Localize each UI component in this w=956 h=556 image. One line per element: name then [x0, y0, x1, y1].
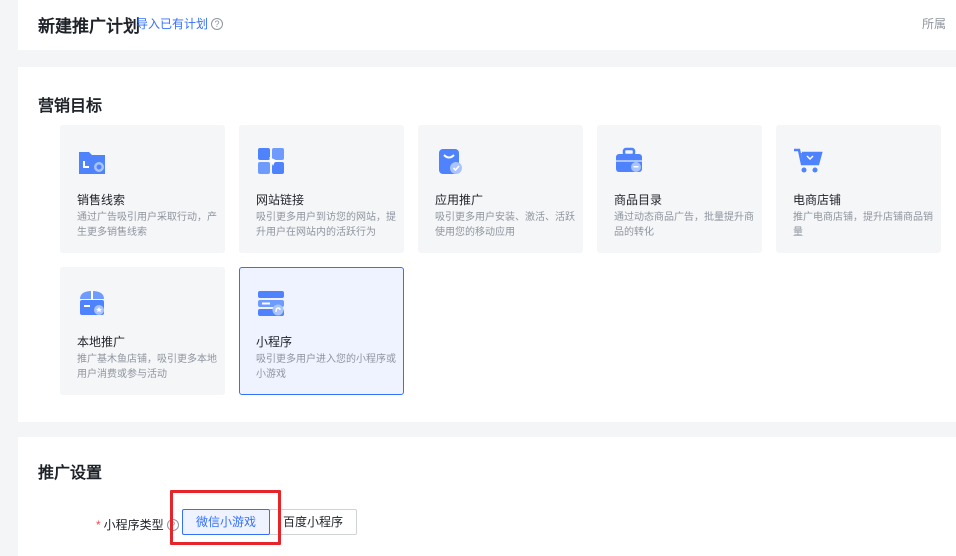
card-name: 商品目录 [614, 193, 663, 207]
sales-lead-icon [79, 152, 105, 174]
help-icon[interactable]: ? [211, 18, 224, 30]
goal-card-website-link[interactable]: 网站链接 吸引更多用户到访您的网站，提升用户在网站内的活跃行为 [239, 125, 404, 253]
card-desc: 推广基木鱼店铺，吸引更多本地用户消费或参与活动 [77, 354, 217, 380]
mini-program-icon [258, 291, 284, 316]
app-promotion-icon [439, 149, 462, 174]
marketing-goal-title: 营销目标 [38, 98, 103, 115]
card-desc: 吸引更多用户安装、激活、活跃使用您的移动应用 [435, 212, 575, 238]
card-desc: 吸引更多用户到访您的网站，提升用户在网站内的活跃行为 [256, 212, 396, 238]
import-plan-label: 导入已有计划 [136, 17, 209, 31]
card-name: 销售线索 [77, 193, 126, 207]
product-catalog-icon [616, 147, 642, 172]
card-desc: 通过动态商品广告，批量提升商品的转化 [614, 212, 754, 238]
goal-card-sales-lead[interactable]: 销售线索 通过广告吸引用户采取行动，产生更多销售线索 [60, 125, 225, 253]
account-selector-label[interactable]: 所属 [922, 15, 946, 32]
page-header: 新建推广计划 导入已有计划? 所属 [18, 0, 956, 50]
option-baidu-miniprogram[interactable]: 百度小程序 [269, 509, 357, 535]
required-mark: * [96, 518, 101, 532]
promo-settings-panel: 推广设置 * 小程序类型? 微信小游戏 百度小程序 [18, 437, 956, 556]
marketing-goal-panel: 营销目标 销售线索 通过广告吸引用户采取行动，产生更多销售线索 网站链接 吸引更… [18, 67, 956, 422]
card-name: 电商店铺 [793, 193, 842, 207]
card-desc: 通过广告吸引用户采取行动，产生更多销售线索 [77, 212, 217, 238]
field-label-text: 小程序类型 [103, 518, 164, 532]
website-link-icon [258, 148, 284, 174]
goal-card-local-promotion[interactable]: 本地推广 推广基木鱼店铺，吸引更多本地用户消费或参与活动 [60, 267, 225, 395]
card-desc: 吸引更多用户进入您的小程序或小游戏 [256, 354, 396, 380]
goal-card-app-promotion[interactable]: 应用推广 吸引更多用户安装、激活、活跃使用您的移动应用 [418, 125, 583, 253]
goal-card-mini-program[interactable]: 小程序 吸引更多用户进入您的小程序或小游戏 [239, 267, 404, 395]
goal-card-ecommerce-store[interactable]: 电商店铺 推广电商店铺，提升店铺商品销量 [776, 125, 941, 253]
card-name: 本地推广 [77, 335, 126, 349]
mini-program-type-field: * 小程序类型? 微信小游戏 百度小程序 [18, 509, 418, 539]
goal-card-product-catalog[interactable]: 商品目录 通过动态商品广告，批量提升商品的转化 [597, 125, 762, 253]
card-name: 网站链接 [256, 193, 305, 207]
mini-program-type-label: * 小程序类型? [96, 516, 179, 533]
import-plan-link[interactable]: 导入已有计划? [136, 15, 224, 32]
option-wechat-minigame[interactable]: 微信小游戏 [182, 509, 270, 535]
card-name: 小程序 [256, 335, 293, 349]
promo-settings-title: 推广设置 [38, 465, 103, 482]
page-title: 新建推广计划 [38, 17, 140, 36]
local-promotion-icon [80, 291, 104, 315]
ecommerce-store-icon [794, 148, 823, 173]
card-name: 应用推广 [435, 193, 484, 207]
card-desc: 推广电商店铺，提升店铺商品销量 [793, 212, 933, 238]
